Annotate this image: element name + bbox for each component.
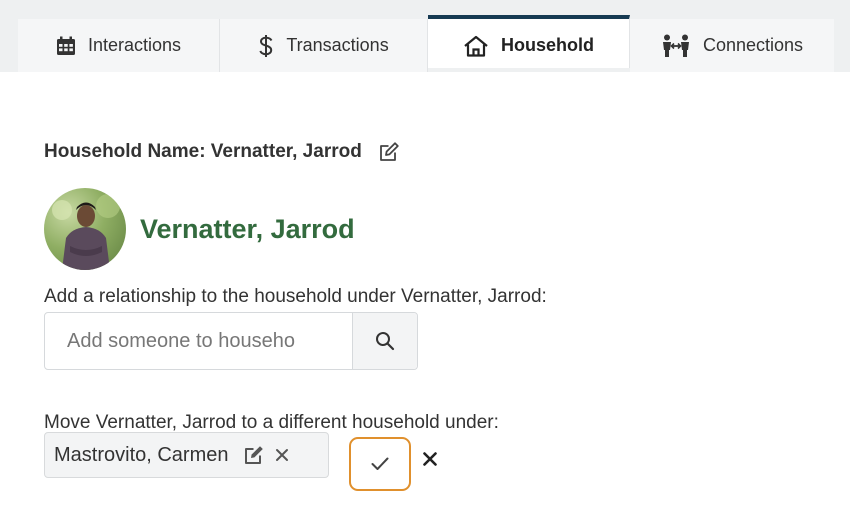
avatar bbox=[44, 188, 126, 270]
tab-connections[interactable]: Connections bbox=[630, 19, 834, 72]
people-connection-icon bbox=[661, 34, 691, 58]
edit-icon[interactable] bbox=[243, 444, 265, 466]
tab-household[interactable]: Household bbox=[428, 15, 630, 68]
search-button[interactable] bbox=[352, 313, 417, 369]
tab-label: Transactions bbox=[286, 35, 389, 55]
chip-label: Mastrovito, Carmen bbox=[54, 443, 229, 466]
search-input[interactable] bbox=[45, 313, 352, 369]
household-name: Household Name: Vernatter, Jarrod bbox=[44, 141, 362, 162]
home-icon bbox=[463, 35, 489, 57]
person-header: Vernatter, Jarrod bbox=[44, 188, 355, 270]
edit-icon[interactable] bbox=[378, 141, 400, 163]
remove-icon[interactable] bbox=[275, 448, 289, 462]
household-name-row: Household Name: Vernatter, Jarrod bbox=[44, 141, 400, 163]
tab-interactions[interactable]: Interactions bbox=[18, 19, 220, 72]
confirm-button[interactable] bbox=[349, 437, 411, 491]
tab-strip: Interactions Transactions Household Conn… bbox=[18, 15, 834, 72]
cancel-icon[interactable] bbox=[423, 452, 437, 466]
tab-transactions[interactable]: Transactions bbox=[220, 19, 428, 72]
move-household-label: Move Vernatter, Jarrod to a different ho… bbox=[44, 412, 499, 433]
tab-label: Household bbox=[501, 35, 594, 55]
tab-label: Interactions bbox=[87, 35, 182, 55]
add-relationship-label: Add a relationship to the household unde… bbox=[44, 286, 547, 307]
check-icon bbox=[371, 457, 389, 471]
person-name[interactable]: Vernatter, Jarrod bbox=[140, 214, 355, 245]
search-icon bbox=[375, 331, 395, 351]
dollar-icon bbox=[258, 34, 274, 58]
add-household-search bbox=[44, 312, 418, 370]
tab-label: Connections bbox=[702, 35, 804, 55]
tab-bar: Interactions Transactions Household Conn… bbox=[0, 0, 850, 72]
selected-household-chip: Mastrovito, Carmen bbox=[44, 432, 329, 478]
calendar-icon bbox=[56, 36, 76, 56]
